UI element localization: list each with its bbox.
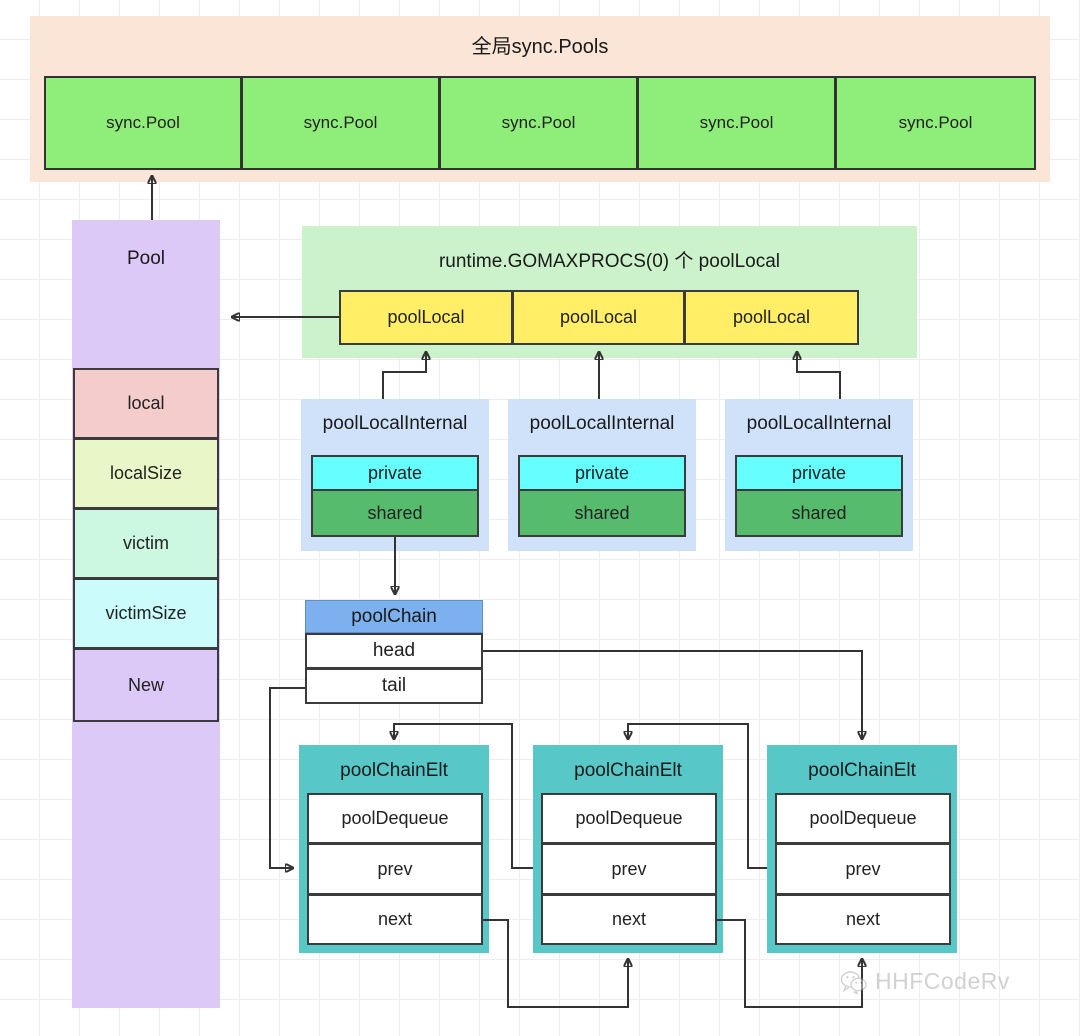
pool-local-internal-3-shared[interactable]: shared xyxy=(735,490,903,537)
pool-chain-elt-2-title: poolChainElt xyxy=(574,760,682,781)
pool-chain-elt-1-next[interactable]: next xyxy=(307,894,483,945)
pool-local-box-1[interactable]: poolLocal xyxy=(339,290,513,345)
pool-struct-title: Pool xyxy=(126,248,166,269)
wire-internal1-to-local1 xyxy=(382,352,426,399)
sync-pool-box-3[interactable]: sync.Pool xyxy=(440,76,638,170)
pool-local-internal-2-shared[interactable]: shared xyxy=(518,490,686,537)
wire-head-to-elt3 xyxy=(483,650,862,739)
pool-chain-elt-3-prev[interactable]: prev xyxy=(775,843,951,894)
pool-chain-elt-1-prev[interactable]: prev xyxy=(307,843,483,894)
pool-local-internal-1-title: poolLocalInternal xyxy=(322,413,468,434)
pool-chain-elt-2-pooldequeue[interactable]: poolDequeue xyxy=(541,793,717,843)
pool-chain-elt-1-title: poolChainElt xyxy=(340,760,448,781)
pool-chain-elt-3-next[interactable]: next xyxy=(775,894,951,945)
sync-pool-box-4[interactable]: sync.Pool xyxy=(638,76,836,170)
pool-local-internal-1-private[interactable]: private xyxy=(311,455,479,490)
pool-field-local[interactable]: local xyxy=(73,368,219,438)
pool-field-victim[interactable]: victim xyxy=(73,508,219,578)
watermark-text: HHFCodeRv xyxy=(875,968,1010,994)
pool-field-localsize[interactable]: localSize xyxy=(73,438,219,508)
sync-pool-box-5[interactable]: sync.Pool xyxy=(836,76,1036,170)
global-sync-pools-title: 全局sync.Pools xyxy=(471,35,609,58)
pool-local-array-title: runtime.GOMAXPROCS(0) 个 poolLocal xyxy=(438,250,781,272)
sync-pool-box-2[interactable]: sync.Pool xyxy=(242,76,440,170)
pool-local-box-3[interactable]: poolLocal xyxy=(685,290,859,345)
pool-chain-elt-3-pooldequeue[interactable]: poolDequeue xyxy=(775,793,951,843)
wire-internal3-to-local3 xyxy=(797,352,841,399)
wechat-icon xyxy=(840,970,867,994)
pool-field-victimsize[interactable]: victimSize xyxy=(73,578,219,648)
pool-local-internal-1-shared[interactable]: shared xyxy=(311,490,479,537)
pool-chain-elt-3-title: poolChainElt xyxy=(808,760,916,781)
pool-field-new[interactable]: New xyxy=(73,648,219,722)
watermark: HHFCodeRv xyxy=(840,968,1010,995)
pool-chain-elt-2-prev[interactable]: prev xyxy=(541,843,717,894)
pool-chain-elt-2-next[interactable]: next xyxy=(541,894,717,945)
pool-chain-title: poolChain xyxy=(305,600,483,633)
pool-local-box-2[interactable]: poolLocal xyxy=(513,290,685,345)
pool-chain-elt-1-pooldequeue[interactable]: poolDequeue xyxy=(307,793,483,843)
sync-pool-box-1[interactable]: sync.Pool xyxy=(44,76,242,170)
pool-local-internal-3-title: poolLocalInternal xyxy=(746,413,892,434)
pool-chain-row-tail[interactable]: tail xyxy=(305,668,483,704)
pool-chain-row-head[interactable]: head xyxy=(305,633,483,668)
pool-local-internal-3-private[interactable]: private xyxy=(735,455,903,490)
pool-local-internal-2-title: poolLocalInternal xyxy=(529,413,675,434)
pool-local-internal-2-private[interactable]: private xyxy=(518,455,686,490)
diagram-canvas: 全局sync.Pools sync.Pool sync.Pool sync.Po… xyxy=(0,0,1080,1036)
